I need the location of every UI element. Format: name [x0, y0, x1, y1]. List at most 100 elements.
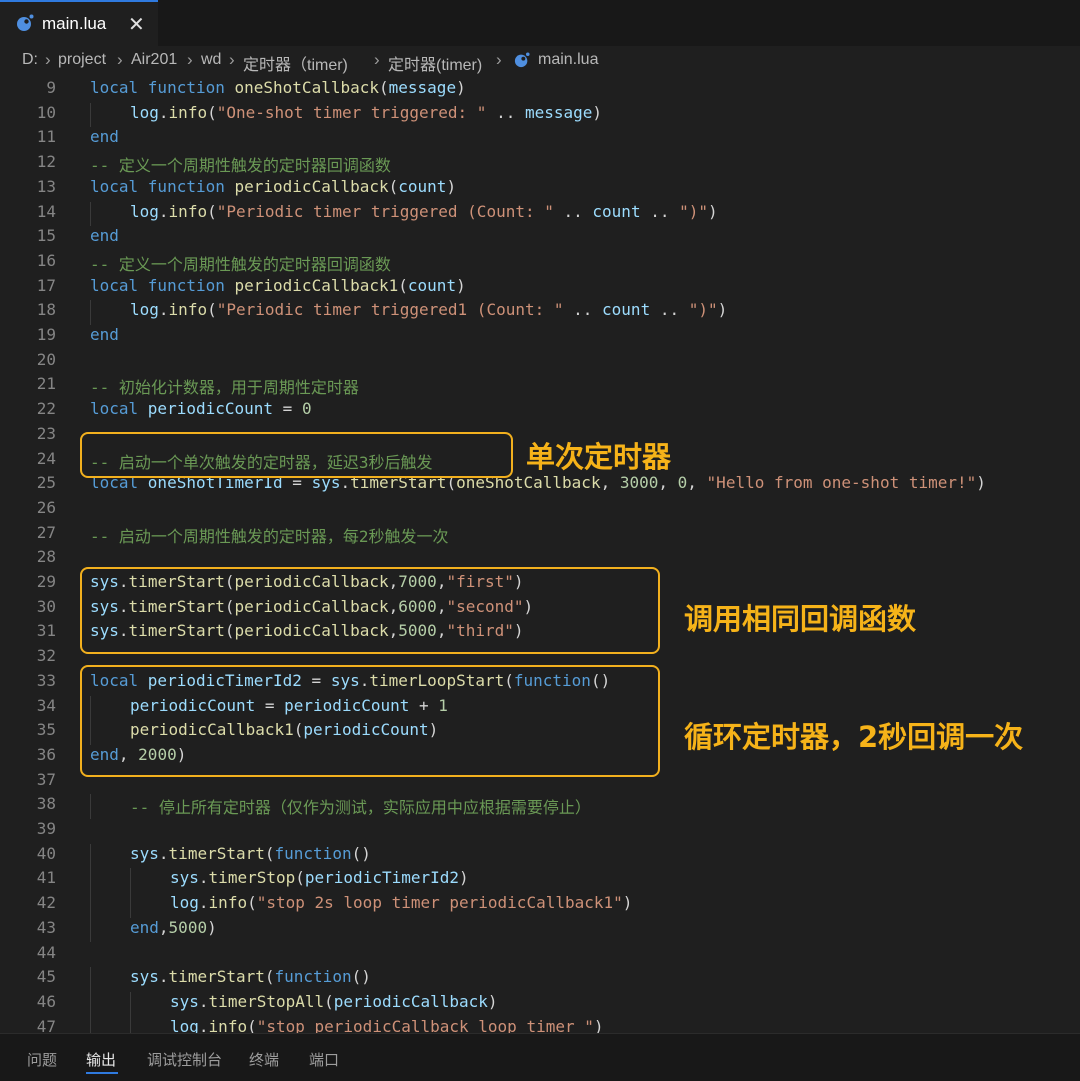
line-number: 15 — [36, 226, 56, 246]
tab-main-lua[interactable]: main.lua ✕ — [0, 0, 158, 46]
code-token: local — [90, 176, 148, 196]
code-line[interactable]: log.info("Periodic timer triggered (Coun… — [130, 202, 718, 221]
code-token: .. — [563, 300, 603, 320]
code-token: periodicCallback1 — [234, 275, 399, 295]
breadcrumb-drive[interactable]: D: — [22, 51, 38, 69]
code-line[interactable]: end — [90, 325, 119, 344]
line-number: 30 — [36, 596, 56, 616]
indent-guide — [90, 868, 91, 894]
code-token: end — [90, 127, 119, 147]
code-line[interactable]: sys.timerStopAll(periodicCallback) — [170, 992, 498, 1011]
code-token: ) — [593, 1016, 604, 1033]
indent-guide — [90, 843, 91, 869]
code-token: , — [158, 917, 169, 937]
code-token: () — [351, 967, 371, 987]
code-line[interactable]: end — [90, 226, 119, 245]
chevron-right-icon: › — [496, 50, 502, 69]
code-token: timerStopAll — [208, 991, 325, 1011]
code-line[interactable]: local function oneShotCallback(message) — [90, 78, 466, 97]
panel-tab-terminal[interactable]: 终端 — [249, 1049, 279, 1070]
code-line[interactable]: end — [90, 127, 119, 146]
code-token: .. — [486, 102, 525, 122]
code-token: () — [351, 843, 371, 863]
breadcrumb-wd[interactable]: wd — [201, 51, 221, 69]
code-token: -- 启动一个周期性触发的定时器，每2秒触发一次 — [90, 526, 449, 546]
code-token: end — [90, 226, 119, 246]
indent-guide — [90, 201, 91, 227]
breadcrumb-timer-subfolder[interactable]: 定时器(timer) — [388, 51, 482, 75]
code-token: timerStop — [208, 868, 296, 888]
line-number: 43 — [36, 917, 56, 937]
indent-guide — [90, 917, 91, 943]
code-line[interactable]: -- 初始化计数器，用于周期性定时器 — [90, 374, 359, 398]
close-icon[interactable]: ✕ — [128, 12, 145, 37]
code-line[interactable]: sys.timerStart(function() — [130, 844, 371, 863]
code-line[interactable]: -- 停止所有定时器（仅作为测试，实际应用中应根据需要停止） — [130, 794, 591, 818]
code-token: log — [130, 300, 159, 320]
annotation-single-timer: 单次定时器 — [526, 440, 672, 474]
code-token: . — [158, 843, 169, 863]
code-token: "stop 2s loop timer periodicCallback1" — [256, 893, 623, 913]
code-token: ( — [207, 300, 217, 320]
code-line[interactable]: log.info("stop periodicCallback loop tim… — [170, 1017, 604, 1033]
line-number: 31 — [36, 621, 56, 641]
line-number: 46 — [36, 991, 56, 1011]
code-token: "stop periodicCallback loop timer " — [256, 1016, 594, 1033]
code-token: "Periodic timer triggered (Count: " — [216, 201, 554, 221]
code-token: sys — [170, 868, 199, 888]
code-token: function — [147, 176, 235, 196]
code-line[interactable]: end,5000) — [130, 918, 217, 937]
chevron-right-icon: › — [374, 50, 380, 69]
code-token: timerStart — [168, 967, 265, 987]
code-token: info — [168, 201, 208, 221]
code-line[interactable]: -- 定义一个周期性触发的定时器回调函数 — [90, 251, 391, 275]
line-number: 42 — [36, 893, 56, 913]
code-token: , — [658, 473, 678, 493]
line-number: 17 — [36, 275, 56, 295]
line-number: 25 — [36, 473, 56, 493]
line-number: 27 — [36, 522, 56, 542]
panel-tab-output[interactable]: 输出 — [86, 1049, 116, 1070]
code-token: ( — [247, 1016, 257, 1033]
code-token: ( — [295, 868, 305, 888]
code-line[interactable]: log.info("stop 2s loop timer periodicCal… — [170, 893, 632, 912]
annotation-box-same-callback — [80, 567, 660, 654]
breadcrumb-timer-folder[interactable]: 定时器（timer) — [243, 51, 348, 75]
code-line[interactable]: sys.timerStart(function() — [130, 967, 371, 986]
code-line[interactable]: local periodicCount = 0 — [90, 399, 312, 418]
line-number: 40 — [36, 843, 56, 863]
chevron-right-icon: › — [229, 50, 235, 69]
code-line[interactable]: sys.timerStop(periodicTimerId2) — [170, 868, 469, 887]
code-line[interactable]: local function periodicCallback1(count) — [90, 276, 466, 295]
code-token: ")" — [688, 300, 718, 320]
code-line[interactable]: -- 启动一个周期性触发的定时器，每2秒触发一次 — [90, 523, 449, 547]
code-line[interactable]: -- 定义一个周期性触发的定时器回调函数 — [90, 152, 391, 176]
code-editor[interactable]: 9 local function oneShotCallback(message)… — [0, 76, 1080, 1033]
code-token: count — [407, 275, 457, 295]
code-line[interactable]: local function periodicCallback(count) — [90, 177, 456, 196]
code-token: periodicTimerId2 — [304, 868, 460, 888]
panel-tab-ports[interactable]: 端口 — [309, 1049, 339, 1070]
indent-guide — [90, 893, 91, 918]
line-number: 23 — [36, 423, 56, 443]
code-token: info — [168, 102, 208, 122]
code-token: ( — [398, 275, 408, 295]
active-tab-indicator — [86, 1072, 118, 1074]
panel-tab-problems[interactable]: 问题 — [27, 1049, 57, 1070]
code-line[interactable]: log.info("One-shot timer triggered: " ..… — [130, 103, 602, 122]
line-number: 26 — [36, 497, 56, 517]
code-token: -- 定义一个周期性触发的定时器回调函数 — [90, 254, 391, 274]
code-token: 5000 — [168, 917, 208, 937]
code-token: end — [130, 917, 159, 937]
indent-guide — [90, 300, 91, 325]
breadcrumb-file[interactable]: main.lua — [538, 51, 598, 69]
breadcrumb-air201[interactable]: Air201 — [131, 51, 177, 69]
code-token: function — [274, 967, 352, 987]
code-token: -- 定义一个周期性触发的定时器回调函数 — [90, 156, 391, 176]
code-token: periodicCount — [147, 399, 274, 419]
breadcrumb-project[interactable]: project — [58, 51, 106, 69]
code-token: = — [273, 399, 302, 419]
panel-tab-debug-console[interactable]: 调试控制台 — [147, 1049, 222, 1070]
code-line[interactable]: log.info("Periodic timer triggered1 (Cou… — [130, 300, 727, 319]
line-number: 16 — [36, 250, 56, 270]
